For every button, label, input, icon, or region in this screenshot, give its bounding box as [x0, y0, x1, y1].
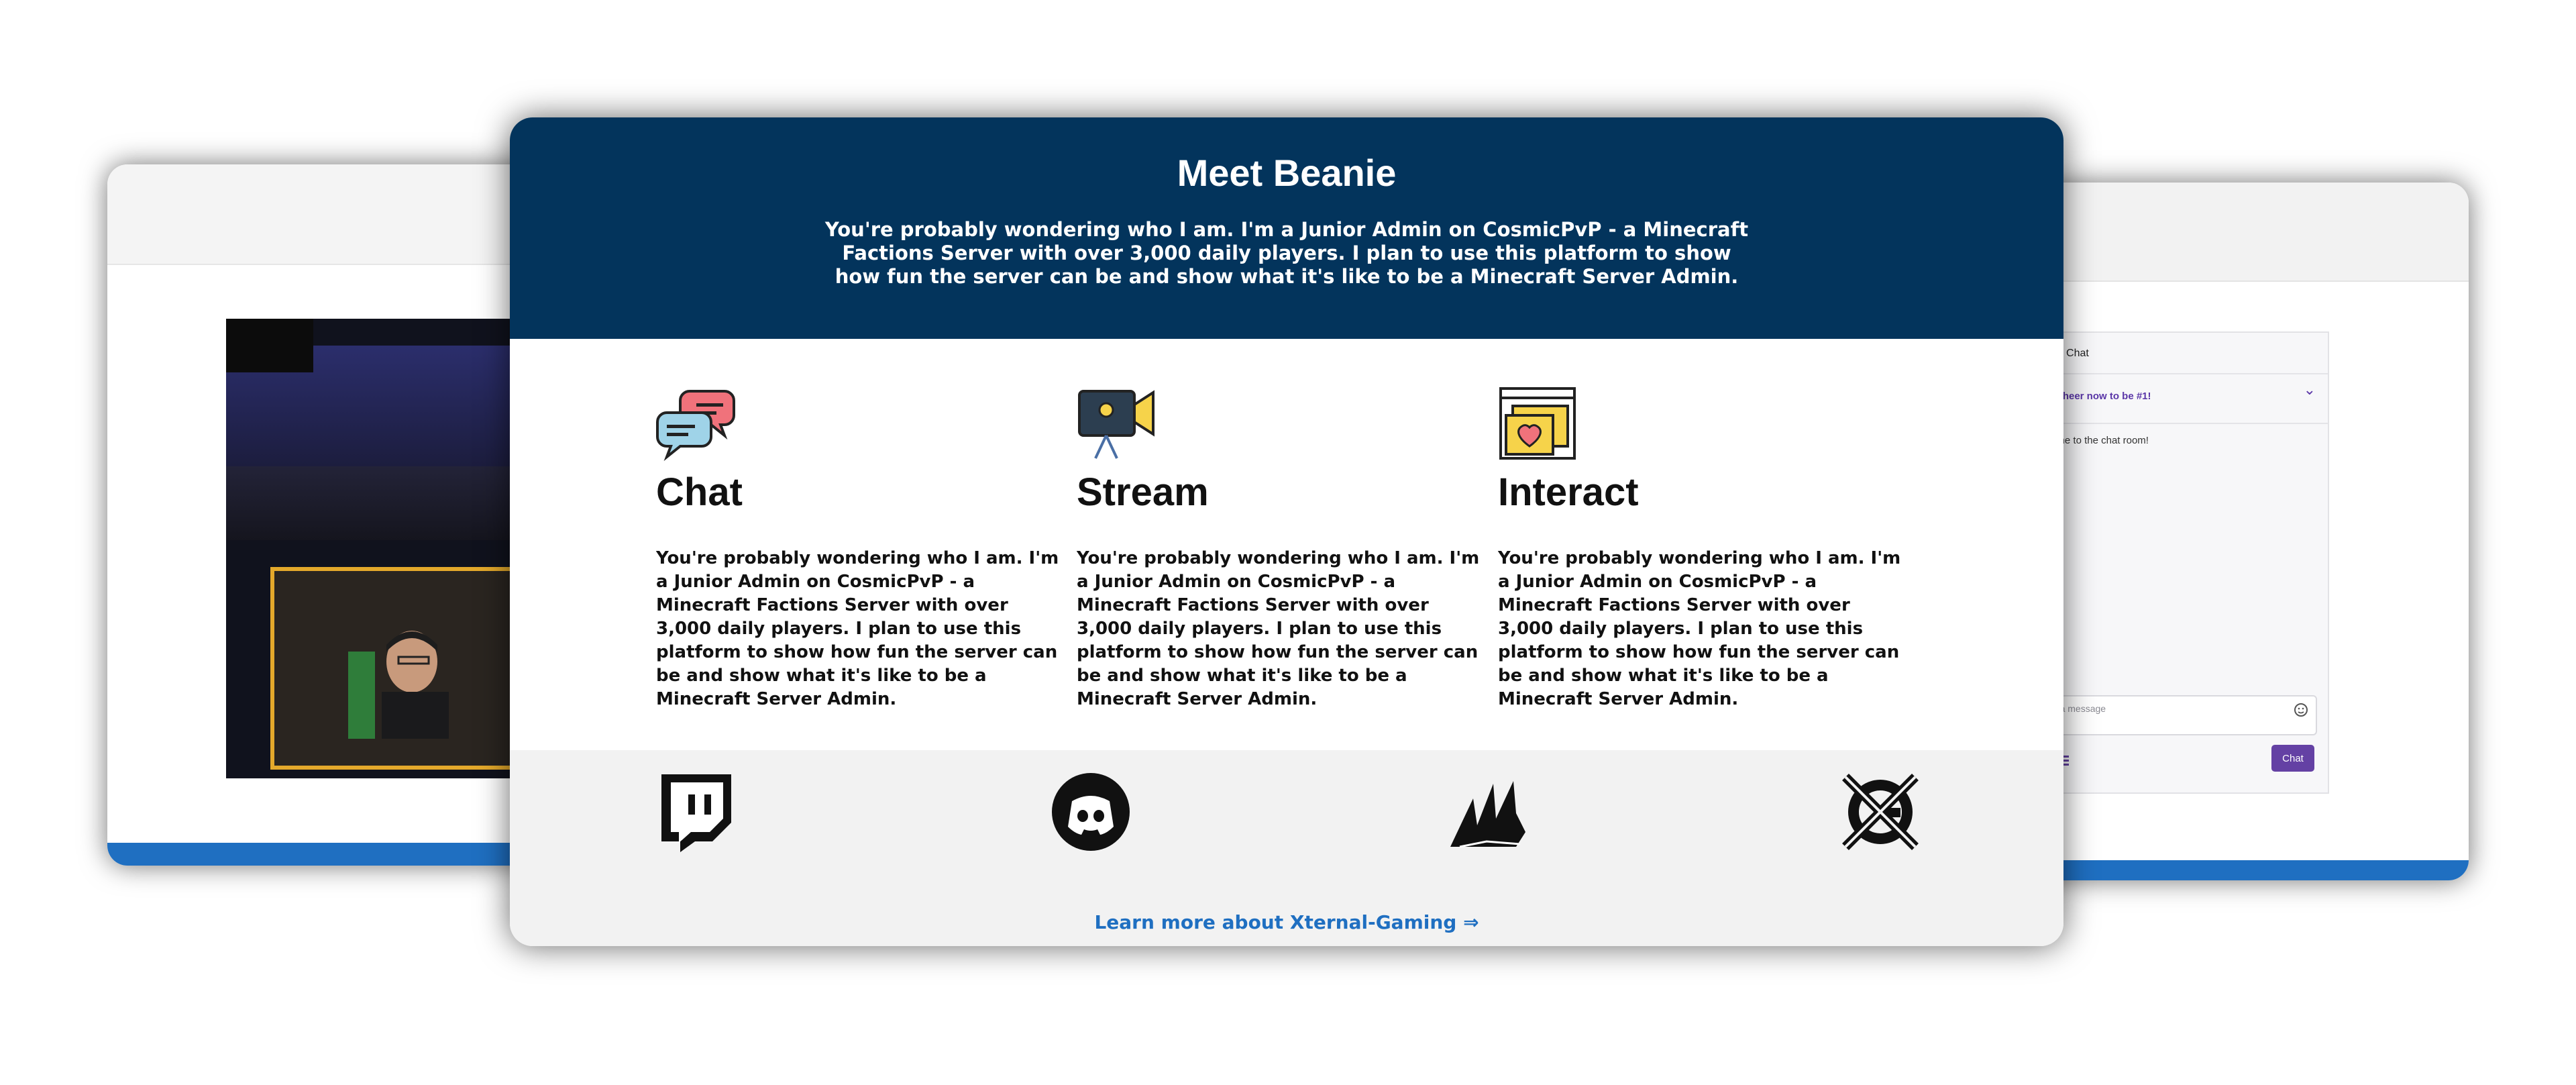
hero-intro: You're probably wondering who I am. I'm …	[824, 218, 1749, 288]
chat-send-button[interactable]: Chat	[2271, 745, 2314, 772]
chat-bubbles-icon	[656, 390, 735, 461]
about-page-preview: Meet Beanie You're probably wondering wh…	[510, 117, 2063, 946]
feature-body: You're probably wondering who I am. I'm …	[1077, 548, 1480, 709]
feature-body: You're probably wondering who I am. I'm …	[1498, 548, 1901, 709]
message-input[interactable]: Send a message	[2027, 695, 2317, 735]
feature-title: Stream	[1077, 470, 1209, 514]
hero-banner: Meet Beanie You're probably wondering wh…	[510, 117, 2063, 339]
chat-header: Stream Chat	[2021, 333, 2328, 374]
xternal-gaming-icon[interactable]	[1840, 772, 1921, 852]
heart-window-icon	[1499, 387, 1576, 460]
corsair-icon[interactable]	[1446, 772, 1527, 852]
feature-body: You're probably wondering who I am. I'm …	[656, 548, 1059, 709]
discord-icon[interactable]	[1051, 772, 1131, 852]
feature-title: Interact	[1498, 470, 1639, 514]
learn-more-link[interactable]: Learn more about Xternal-Gaming ⇒	[510, 911, 2063, 933]
stream-chat-panel: Stream Chat Cheer now to be #1! ⌄ Welcom…	[2019, 331, 2329, 794]
chevron-down-icon[interactable]: ⌄	[2304, 381, 2316, 399]
partner-logos-strip: Learn more about Xternal-Gaming ⇒	[510, 750, 2063, 946]
streamer-webcam-image	[348, 611, 455, 739]
page-title: Meet Beanie	[1177, 152, 1397, 194]
emote-icon[interactable]	[2293, 702, 2309, 718]
feature-title: Chat	[656, 470, 743, 514]
cheer-text: Cheer now to be #1!	[2055, 391, 2151, 402]
cheer-banner[interactable]: Cheer now to be #1! ⌄	[2021, 376, 2328, 424]
twitch-icon[interactable]	[656, 772, 737, 852]
video-camera-icon	[1078, 390, 1155, 459]
